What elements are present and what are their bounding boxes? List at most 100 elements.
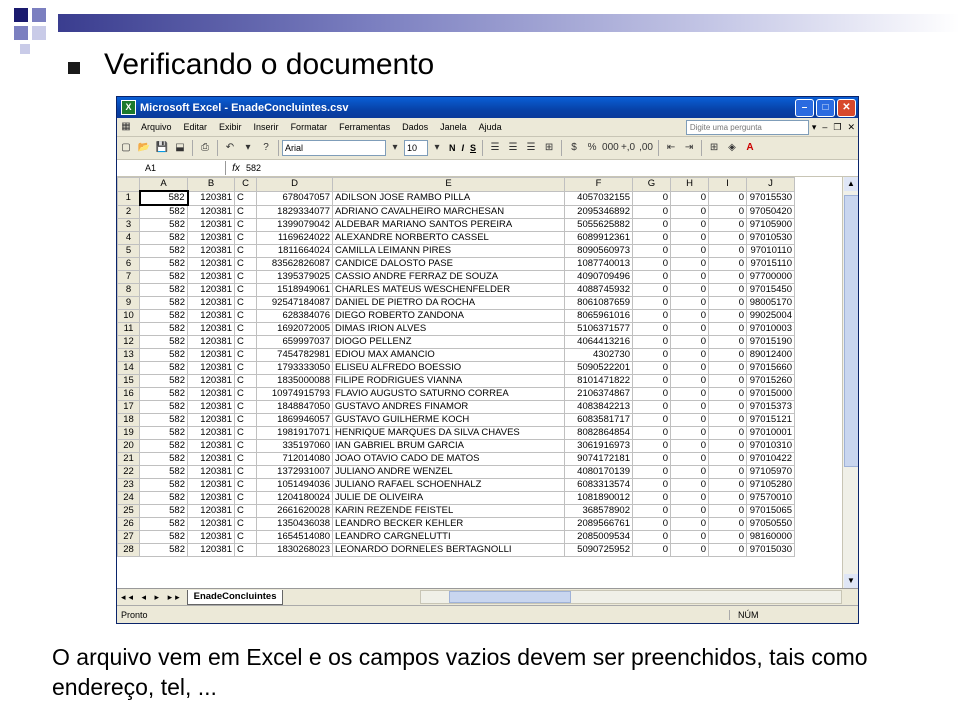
indent-icon[interactable]: ⇥	[681, 140, 697, 156]
menu-editar[interactable]: Editar	[184, 122, 208, 132]
row-header[interactable]: 28	[117, 543, 140, 557]
row-header[interactable]: 1	[117, 190, 140, 206]
cell[interactable]: 0	[670, 309, 709, 323]
row-header[interactable]: 7	[117, 270, 140, 284]
cell[interactable]: 0	[708, 335, 747, 349]
cell[interactable]: 120381	[187, 204, 235, 219]
cell[interactable]: C	[234, 218, 257, 232]
cell[interactable]: 0	[670, 348, 709, 362]
cell[interactable]: 582	[139, 413, 188, 427]
cell[interactable]: 0	[632, 190, 671, 206]
cell[interactable]: 4302730	[564, 348, 633, 362]
cell[interactable]: 97105900	[746, 218, 795, 232]
cell[interactable]: 0	[670, 335, 709, 349]
cell[interactable]: 6089912361	[564, 231, 633, 245]
cell[interactable]: 582	[139, 244, 188, 258]
cell[interactable]: 97015110	[746, 257, 795, 271]
cell[interactable]: C	[234, 309, 257, 323]
cell[interactable]: 0	[708, 348, 747, 362]
thousands-icon[interactable]: 000	[602, 140, 619, 156]
cell[interactable]: 7454782981	[256, 348, 333, 362]
cell[interactable]: 0	[708, 387, 747, 401]
cell[interactable]: 120381	[187, 244, 235, 258]
cell[interactable]: C	[234, 465, 257, 479]
cell[interactable]: 120381	[187, 322, 235, 336]
cell[interactable]: ELISEU ALFREDO BOESSIO	[332, 361, 565, 375]
cell[interactable]: LEONARDO DORNELES BERTAGNOLLI	[332, 543, 565, 557]
cell[interactable]: 582	[139, 478, 188, 492]
cell[interactable]: 120381	[187, 190, 235, 206]
cell[interactable]: 0	[632, 283, 671, 297]
menu-arquivo[interactable]: Arquivo	[141, 122, 172, 132]
row-header[interactable]: 14	[117, 361, 140, 375]
cell[interactable]: 0	[632, 439, 671, 453]
cell[interactable]: C	[234, 190, 257, 206]
scroll-down-icon[interactable]: ▼	[844, 574, 858, 588]
row-header[interactable]: 8	[117, 283, 140, 297]
scroll-thumb[interactable]	[844, 195, 858, 467]
cell[interactable]: 0	[708, 465, 747, 479]
cell[interactable]: 120381	[187, 439, 235, 453]
cell[interactable]: 1204180024	[256, 491, 333, 505]
cell[interactable]: 0	[670, 296, 709, 310]
cell[interactable]: JULIE DE OLIVEIRA	[332, 491, 565, 505]
cell[interactable]: 1081890012	[564, 491, 633, 505]
formula-input[interactable]: 582	[246, 163, 261, 173]
cell[interactable]: 1692072005	[256, 322, 333, 336]
cell[interactable]: 0	[708, 413, 747, 427]
cell[interactable]: KARIN REZENDE FEISTEL	[332, 504, 565, 518]
cell[interactable]: 98160000	[746, 530, 795, 544]
cell[interactable]: 120381	[187, 517, 235, 531]
outdent-icon[interactable]: ⇤	[663, 140, 679, 156]
cell[interactable]: CHARLES MATEUS WESCHENFELDER	[332, 283, 565, 297]
cell[interactable]: CAMILLA LEIMANN PIRES	[332, 244, 565, 258]
cell[interactable]: 0	[670, 322, 709, 336]
cell[interactable]: 3061916973	[564, 439, 633, 453]
cell[interactable]: 8082864854	[564, 426, 633, 440]
cell[interactable]: 582	[139, 270, 188, 284]
cell[interactable]: 0	[632, 204, 671, 219]
cell[interactable]: 582	[139, 374, 188, 388]
cell[interactable]: 5090522201	[564, 361, 633, 375]
cell[interactable]: 120381	[187, 335, 235, 349]
cell[interactable]: 582	[139, 283, 188, 297]
increase-decimal-icon[interactable]: +,0	[620, 140, 636, 156]
row-header[interactable]: 6	[117, 257, 140, 271]
cell[interactable]: 97015373	[746, 400, 795, 414]
cell[interactable]: CASSIO ANDRE FERRAZ DE SOUZA	[332, 270, 565, 284]
cell[interactable]: C	[234, 413, 257, 427]
cell[interactable]: 120381	[187, 296, 235, 310]
chevron-down-icon[interactable]: ▾	[429, 140, 445, 156]
chevron-down-icon[interactable]: ▾	[387, 140, 403, 156]
cell[interactable]: 0	[670, 504, 709, 518]
cell[interactable]: 582	[139, 504, 188, 518]
cell[interactable]: 97105280	[746, 478, 795, 492]
cell[interactable]: 0	[670, 426, 709, 440]
cell[interactable]: 97015065	[746, 504, 795, 518]
cell[interactable]: LEANDRO CARGNELUTTI	[332, 530, 565, 544]
cell[interactable]: 0	[632, 309, 671, 323]
chevron-down-icon[interactable]: ▾	[240, 140, 256, 156]
cell[interactable]: 92547184087	[256, 296, 333, 310]
cell[interactable]: FILIPE RODRIGUES VIANNA	[332, 374, 565, 388]
cell[interactable]: 0	[670, 387, 709, 401]
cell[interactable]: C	[234, 478, 257, 492]
cell[interactable]: 97015660	[746, 361, 795, 375]
cell[interactable]: 120381	[187, 491, 235, 505]
cell[interactable]: 0	[632, 426, 671, 440]
column-header[interactable]: I	[708, 177, 747, 192]
cell[interactable]: DIOGO PELLENZ	[332, 335, 565, 349]
cell[interactable]: C	[234, 270, 257, 284]
cell[interactable]: 120381	[187, 400, 235, 414]
cell[interactable]: 2095346892	[564, 204, 633, 219]
cell[interactable]: 97010530	[746, 231, 795, 245]
row-header[interactable]: 21	[117, 452, 140, 466]
cell[interactable]: 120381	[187, 478, 235, 492]
cell[interactable]: 97570010	[746, 491, 795, 505]
cell[interactable]: 0	[632, 517, 671, 531]
cell[interactable]: C	[234, 322, 257, 336]
column-header[interactable]: B	[187, 177, 235, 192]
align-right-icon[interactable]: ☰	[523, 140, 539, 156]
permission-icon[interactable]: ⬓	[172, 140, 188, 156]
cell[interactable]: 0	[632, 361, 671, 375]
